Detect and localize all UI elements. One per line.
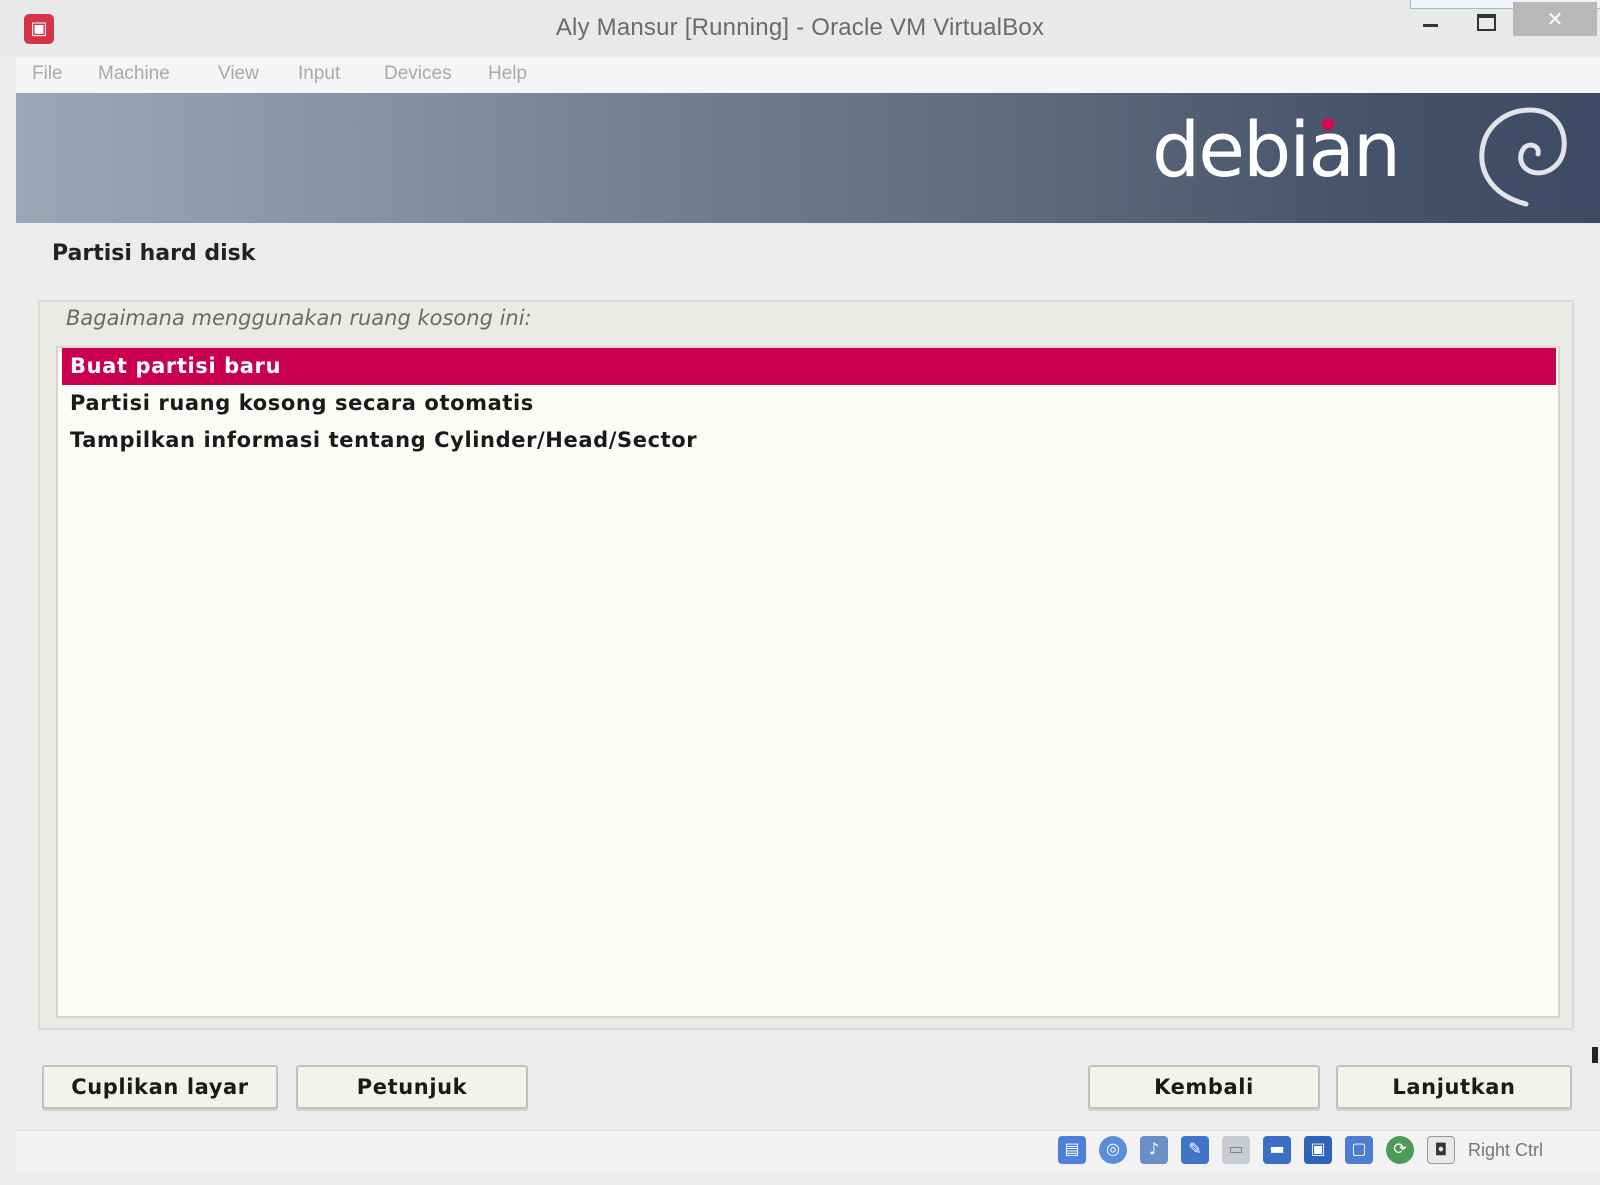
list-item-buat-partisi-baru[interactable]: Buat partisi baru bbox=[62, 348, 1556, 385]
network-icon[interactable]: ✎ bbox=[1181, 1136, 1209, 1164]
menu-machine[interactable]: Machine bbox=[98, 63, 170, 85]
page-title: Partisi hard disk bbox=[52, 241, 256, 266]
hard-disk-icon[interactable]: ▤ bbox=[1058, 1136, 1086, 1164]
shared-folders-icon[interactable]: ▬ bbox=[1263, 1136, 1291, 1164]
continue-button[interactable]: Lanjutkan bbox=[1336, 1065, 1572, 1109]
host-key-label: Right Ctrl bbox=[1468, 1140, 1544, 1160]
title-bar[interactable]: ▣ Aly Mansur [Running] - Oracle VM Virtu… bbox=[0, 0, 1600, 55]
cursor-marker bbox=[1592, 1047, 1598, 1063]
mouse-integration-icon[interactable]: ◘ bbox=[1427, 1136, 1455, 1164]
window-title: Aly Mansur [Running] - Oracle VM Virtual… bbox=[555, 14, 1045, 41]
menu-file[interactable]: File bbox=[32, 63, 63, 85]
list-item-info-chs[interactable]: Tampilkan informasi tentang Cylinder/Hea… bbox=[62, 422, 1556, 459]
video-capture-icon[interactable]: ▢ bbox=[1345, 1136, 1373, 1164]
optical-drive-icon[interactable]: ◎ bbox=[1099, 1136, 1127, 1164]
cpu-icon[interactable]: ⟳ bbox=[1386, 1136, 1414, 1164]
menu-devices[interactable]: Devices bbox=[384, 63, 452, 85]
debian-logo-text: debian bbox=[1152, 105, 1401, 194]
screenshot-button[interactable]: Cuplikan layar bbox=[42, 1065, 278, 1109]
menu-input[interactable]: Input bbox=[298, 63, 340, 85]
list-item-partisi-otomatis[interactable]: Partisi ruang kosong secara otomatis bbox=[62, 385, 1556, 422]
close-icon[interactable]: ✕ bbox=[1513, 2, 1597, 36]
menu-help[interactable]: Help bbox=[488, 63, 527, 85]
virtualbox-window: ▣ Aly Mansur [Running] - Oracle VM Virtu… bbox=[0, 0, 1600, 1185]
back-button[interactable]: Kembali bbox=[1088, 1065, 1320, 1109]
menu-view[interactable]: View bbox=[218, 63, 259, 85]
debian-swirl-icon bbox=[1479, 107, 1567, 207]
question-label: Bagaimana menggunakan ruang kosong ini: bbox=[66, 306, 532, 330]
display-icon[interactable]: ▣ bbox=[1304, 1136, 1332, 1164]
audio-icon[interactable]: ♪ bbox=[1140, 1136, 1168, 1164]
usb-icon[interactable]: ▭ bbox=[1222, 1136, 1250, 1164]
menu-bar: File Machine View Input Devices Help bbox=[16, 57, 1600, 93]
maximize-icon[interactable] bbox=[1466, 4, 1506, 38]
minimize-icon[interactable] bbox=[1410, 4, 1450, 38]
help-button[interactable]: Petunjuk bbox=[296, 1065, 528, 1109]
options-list[interactable]: Buat partisi baru Partisi ruang kosong s… bbox=[56, 346, 1560, 1018]
debian-accent-dot bbox=[1322, 118, 1334, 130]
